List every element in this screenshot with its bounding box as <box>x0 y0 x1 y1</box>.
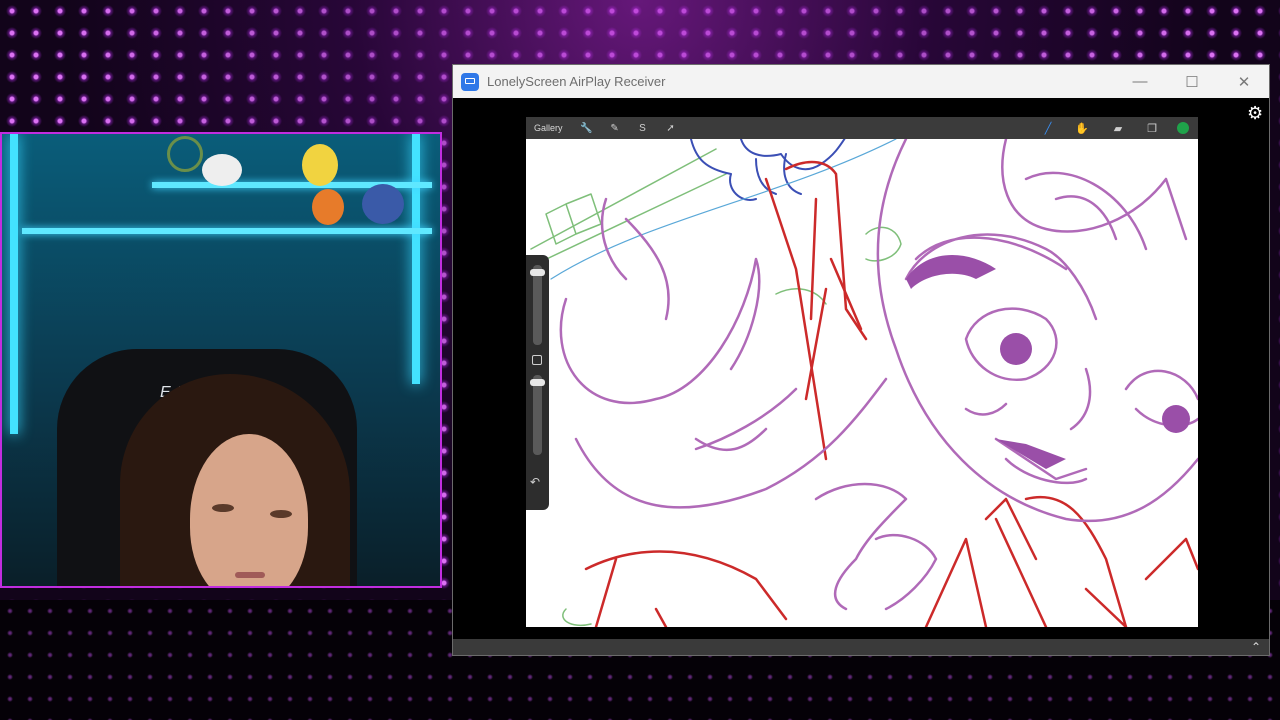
airplay-receiver-window: LonelyScreen AirPlay Receiver — ☐ ✕ ⚙ Ga… <box>452 64 1270 656</box>
plush-toy <box>302 144 338 186</box>
adjustments-wand-icon[interactable]: ✎ <box>608 121 622 135</box>
window-bottom-bar <box>453 639 1269 655</box>
webcam-feed: E-W <box>0 132 442 588</box>
led-strip-right <box>412 134 420 384</box>
actions-wrench-icon[interactable]: 🔧 <box>580 121 594 135</box>
purple-fills <box>906 255 1190 469</box>
purple-sketch-strokes <box>559 139 1198 611</box>
smudge-icon[interactable]: ✋ <box>1074 120 1090 136</box>
right-eye <box>270 510 292 518</box>
plush-toy <box>362 184 404 224</box>
brush-icon[interactable]: ╱ <box>1040 120 1056 136</box>
close-icon: ✕ <box>1237 73 1251 91</box>
red-sketch-strokes <box>584 160 1198 627</box>
app-icon <box>461 72 479 91</box>
brush-size-handle[interactable] <box>530 269 545 276</box>
undo-icon[interactable]: ↶ <box>530 475 540 489</box>
procreate-toolbar: Gallery 🔧 ✎ S ➚ ╱ ✋ ▰ ❐ <box>526 117 1198 139</box>
collapse-chevron-icon[interactable]: ⌃ <box>1251 639 1261 655</box>
window-title: LonelyScreen AirPlay Receiver <box>487 74 666 89</box>
maximize-button[interactable]: ☐ <box>1169 65 1215 98</box>
drawing-canvas[interactable] <box>526 139 1198 627</box>
modify-button[interactable] <box>532 355 542 365</box>
close-button[interactable]: ✕ <box>1221 65 1267 98</box>
mouth <box>235 572 265 578</box>
window-titlebar[interactable]: LonelyScreen AirPlay Receiver — ☐ ✕ <box>453 65 1269 98</box>
brush-size-slider[interactable] <box>533 265 542 345</box>
led-strip-left <box>10 134 18 434</box>
mirrored-screen: Gallery 🔧 ✎ S ➚ ╱ ✋ ▰ ❐ ↶ <box>526 117 1198 627</box>
plush-toy <box>202 154 242 186</box>
color-picker-swatch[interactable] <box>1177 122 1189 134</box>
transform-arrow-icon[interactable]: ➚ <box>664 121 678 135</box>
maximize-icon: ☐ <box>1185 73 1199 91</box>
selection-icon[interactable]: S <box>636 121 650 135</box>
opacity-handle[interactable] <box>530 379 545 386</box>
settings-gear-icon[interactable]: ⚙ <box>1247 103 1263 124</box>
layers-icon[interactable]: ❐ <box>1144 120 1160 136</box>
opacity-slider[interactable] <box>533 375 542 455</box>
minimize-icon: — <box>1132 73 1148 90</box>
shelf-middle <box>22 228 432 234</box>
eraser-icon[interactable]: ▰ <box>1110 120 1126 136</box>
plush-toy <box>312 189 344 225</box>
plush-toy <box>167 136 203 172</box>
left-eye <box>212 504 234 512</box>
gallery-button[interactable]: Gallery <box>534 123 563 133</box>
procreate-sidebar: ↶ <box>526 255 549 510</box>
minimize-button[interactable]: — <box>1117 65 1163 98</box>
